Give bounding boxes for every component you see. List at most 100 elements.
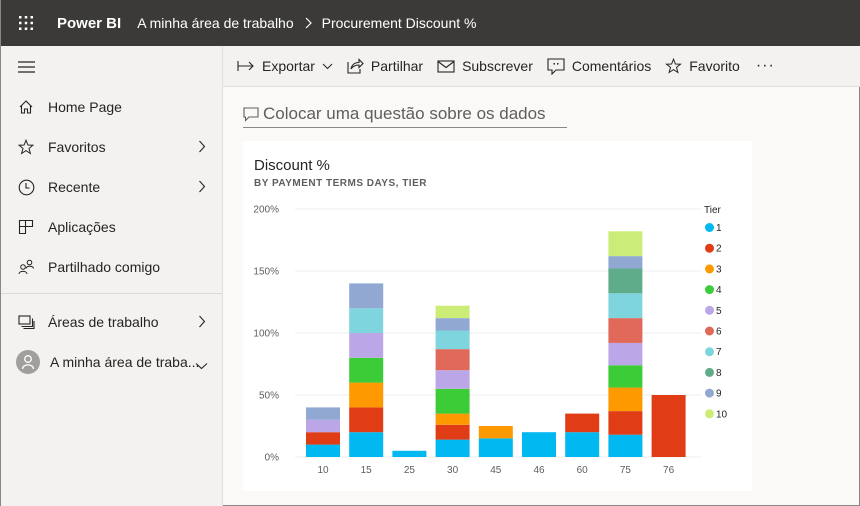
x-tick-label: 25 xyxy=(404,465,416,476)
chevron-right-icon[interactable] xyxy=(198,315,206,331)
legend-label[interactable]: 2 xyxy=(716,244,722,255)
bar-segment[interactable] xyxy=(478,426,513,439)
chevron-right-icon[interactable] xyxy=(198,140,206,156)
bar-segment[interactable] xyxy=(349,308,384,333)
bar-segment[interactable] xyxy=(435,388,470,414)
bar-segment[interactable] xyxy=(608,434,643,457)
bar-segment[interactable] xyxy=(435,439,470,457)
bar-segment[interactable] xyxy=(349,432,384,457)
comments-button[interactable]: Comentários xyxy=(547,51,651,81)
bar-segment[interactable] xyxy=(435,370,470,389)
bar-segment[interactable] xyxy=(608,411,643,435)
bar-segment[interactable] xyxy=(608,268,643,294)
bar-segment[interactable] xyxy=(306,432,340,445)
sidebar-item-my-workspace[interactable]: A minha área de traba... xyxy=(1,343,222,381)
hamburger-icon[interactable] xyxy=(18,60,36,74)
bar-segment[interactable] xyxy=(522,432,556,457)
x-tick-label: 10 xyxy=(317,465,329,476)
y-tick-label: 100% xyxy=(253,329,279,340)
bar-segment[interactable] xyxy=(306,419,340,433)
sidebar-item-shared[interactable]: Partilhado comigo xyxy=(1,248,222,286)
bar-segment[interactable] xyxy=(306,444,340,457)
bar-segment[interactable] xyxy=(608,365,643,388)
app-name[interactable]: Power BI xyxy=(57,15,121,32)
bar-segment[interactable] xyxy=(349,382,384,408)
y-tick-label: 150% xyxy=(253,267,279,278)
bar-segment[interactable] xyxy=(306,407,340,420)
legend-label[interactable]: 4 xyxy=(716,285,722,296)
avatar-icon xyxy=(16,350,40,374)
legend-label[interactable]: 10 xyxy=(716,409,728,420)
legend-label[interactable]: 1 xyxy=(716,223,722,234)
favorite-label: Favorito xyxy=(689,58,740,74)
legend-marker[interactable] xyxy=(705,243,714,253)
share-icon xyxy=(347,58,364,74)
legend-label[interactable]: 7 xyxy=(716,347,722,358)
legend-marker[interactable] xyxy=(705,305,714,315)
bar-segment[interactable] xyxy=(349,357,384,383)
sidebar-item-recent[interactable]: Recente xyxy=(1,168,222,206)
legend-marker[interactable] xyxy=(705,326,714,336)
bar-segment[interactable] xyxy=(608,342,643,366)
legend-marker[interactable] xyxy=(705,285,714,295)
chart-card[interactable]: Discount % BY PAYMENT TERMS DAYS, TIER 0… xyxy=(243,141,752,491)
bar-segment[interactable] xyxy=(651,395,686,457)
legend-marker[interactable] xyxy=(705,409,714,419)
legend-marker[interactable] xyxy=(705,223,714,232)
bar-segment[interactable] xyxy=(608,256,643,269)
legend-marker[interactable] xyxy=(705,367,714,377)
sidebar-item-home[interactable]: Home Page xyxy=(1,88,222,126)
bar-segment[interactable] xyxy=(608,387,643,412)
favorite-button[interactable]: Favorito xyxy=(665,51,740,81)
qa-input[interactable]: Colocar uma questão sobre os dados xyxy=(243,100,567,128)
chevron-down-icon[interactable] xyxy=(195,357,208,373)
legend-marker[interactable] xyxy=(705,347,714,357)
x-tick-label: 60 xyxy=(577,465,589,476)
export-button[interactable]: Exportar xyxy=(237,51,333,81)
breadcrumb-report[interactable]: Procurement Discount % xyxy=(322,15,477,31)
legend-title: Tier xyxy=(704,205,722,216)
bar-segment[interactable] xyxy=(608,293,643,319)
sidebar-item-label: Home Page xyxy=(48,99,122,115)
legend-label[interactable]: 5 xyxy=(716,306,722,317)
top-bar: Power BI A minha área de trabalho Procur… xyxy=(1,0,860,46)
bar-segment[interactable] xyxy=(478,438,513,457)
bar-segment[interactable] xyxy=(435,413,470,425)
chevron-right-icon[interactable] xyxy=(198,180,206,196)
legend-label[interactable]: 6 xyxy=(716,327,722,338)
more-options-button[interactable]: ··· xyxy=(756,57,775,75)
bar-segment[interactable] xyxy=(565,413,600,433)
sidebar-item-favorites[interactable]: Favoritos xyxy=(1,128,222,166)
bar-segment[interactable] xyxy=(349,283,384,309)
waffle-icon xyxy=(19,16,33,30)
sidebar-item-apps[interactable]: Aplicações xyxy=(1,208,222,246)
legend-marker[interactable] xyxy=(705,264,714,274)
comments-label: Comentários xyxy=(571,58,652,74)
legend-marker[interactable] xyxy=(705,388,714,398)
bar-segment[interactable] xyxy=(349,333,384,358)
export-arrow-icon xyxy=(237,61,254,71)
bar-segment[interactable] xyxy=(435,318,470,331)
bar-segment[interactable] xyxy=(392,450,427,457)
sidebar-item-label: A minha área de traba... xyxy=(50,354,200,370)
bar-segment[interactable] xyxy=(608,318,643,343)
x-tick-label: 46 xyxy=(533,465,545,476)
app-launcher-button[interactable] xyxy=(1,0,51,46)
legend-label[interactable]: 8 xyxy=(716,368,722,379)
bar-segment[interactable] xyxy=(435,305,470,319)
bar-segment[interactable] xyxy=(349,407,384,433)
bar-segment[interactable] xyxy=(608,231,643,257)
sidebar: Home Page Favoritos Recente Aplicações P… xyxy=(1,46,223,506)
bar-segment[interactable] xyxy=(435,424,470,440)
share-button[interactable]: Partilhar xyxy=(347,51,423,81)
x-tick-label: 75 xyxy=(620,465,632,476)
power-bi-window: Power BI A minha área de trabalho Procur… xyxy=(0,0,860,506)
legend-label[interactable]: 9 xyxy=(716,389,722,400)
bar-segment[interactable] xyxy=(435,349,470,371)
breadcrumb-workspace[interactable]: A minha área de trabalho xyxy=(137,15,293,31)
sidebar-item-workspaces[interactable]: Áreas de trabalho xyxy=(1,303,222,341)
bar-segment[interactable] xyxy=(435,330,470,350)
bar-segment[interactable] xyxy=(565,432,600,457)
legend-label[interactable]: 3 xyxy=(716,264,722,275)
subscribe-button[interactable]: Subscrever xyxy=(437,51,533,81)
